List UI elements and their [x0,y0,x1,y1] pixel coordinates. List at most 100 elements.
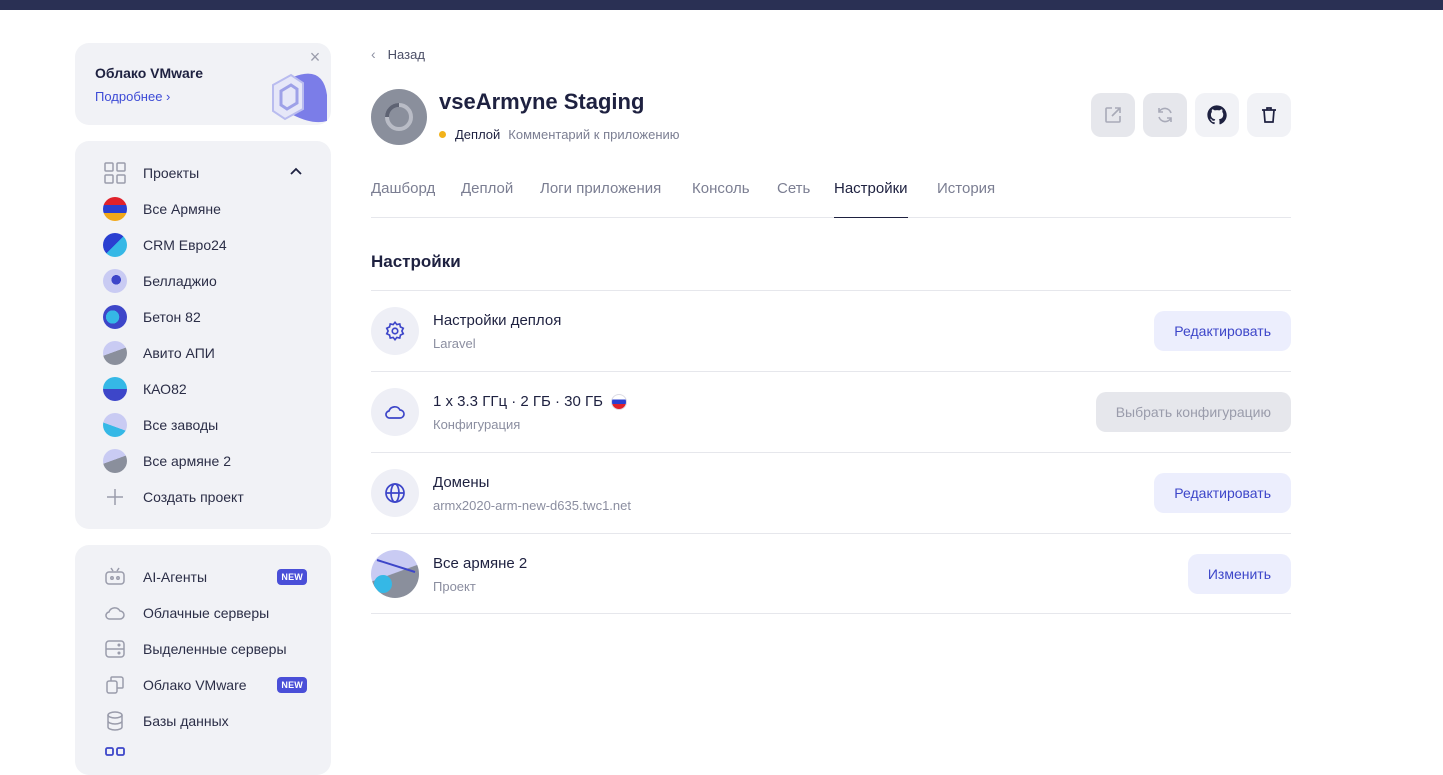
new-badge: NEW [277,569,307,585]
edit-domains-button[interactable]: Редактировать [1154,473,1291,513]
edit-deploy-button[interactable]: Редактировать [1154,311,1291,351]
external-link-icon [1105,107,1121,123]
project-label: Бетон 82 [143,309,201,325]
cloud-icon [103,601,127,625]
change-project-button[interactable]: Изменить [1187,554,1291,594]
trash-icon [1262,107,1276,123]
project-label: КАО82 [143,381,187,397]
delete-button[interactable] [1247,93,1291,137]
back-link[interactable]: ‹ Назад [371,46,425,62]
project-item[interactable]: CRM Евро24 [103,232,307,258]
chevron-up-icon[interactable] [289,165,303,179]
nav-label: AI-Агенты [143,569,208,585]
project-avatar [103,197,127,221]
project-avatar [103,305,127,329]
nav-label: Облачные серверы [143,605,270,621]
project-avatar [103,233,127,257]
project-avatar [103,413,127,437]
vmware-illustration-icon [272,73,327,123]
robot-icon [103,565,127,589]
settings-row-deploy: Настройки деплоя Laravel Редактировать [371,290,1291,371]
project-item[interactable]: Все Армяне [103,196,307,222]
settings-row-project: Все армяне 2 Проект Изменить [371,533,1291,614]
project-label: Все заводы [143,417,219,433]
tab-deploy[interactable]: Деплой [461,180,513,218]
project-label: Авито АПИ [143,345,215,361]
project-label: CRM Евро24 [143,237,227,253]
project-label: Белладжио [143,273,217,289]
tab-logs[interactable]: Логи приложения [540,180,661,218]
settings-row-domains: Домены armx2020-arm-new-d635.twc1.net Ре… [371,452,1291,533]
row-subtitle: Laravel [433,336,476,351]
project-label: Все Армяне [143,201,221,217]
globe-icon [371,469,419,517]
promo-title: Облако VMware [95,65,204,81]
project-item[interactable]: Все армяне 2 [103,448,307,474]
nav-databases[interactable]: Базы данных [103,708,307,734]
project-avatar [103,341,127,365]
chevron-left-icon: ‹ [371,46,376,62]
new-badge: NEW [277,677,307,693]
project-item[interactable]: Белладжио [103,268,307,294]
config-spec: 1 x 3.3 ГГц · 2 ГБ · 30 ГБ [433,393,603,410]
tab-console[interactable]: Консоль [692,180,750,218]
back-label: Назад [387,46,425,62]
row-title: 1 x 3.3 ГГц · 2 ГБ · 30 ГБ [433,393,627,410]
nav-label: Базы данных [143,713,229,729]
project-item[interactable]: Все заводы [103,412,307,438]
github-button[interactable] [1195,93,1239,137]
close-icon[interactable]: × [307,48,323,66]
tab-settings[interactable]: Настройки [834,180,908,218]
apps-icon [103,745,127,769]
create-project-label: Создать проект [143,489,244,505]
vmware-icon [103,673,127,697]
row-title: Настройки деплоя [433,312,562,329]
promo-more-link[interactable]: Подробнее › [95,89,170,104]
app-status-line: Деплой Комментарий к приложению [439,127,680,142]
loading-spinner-icon [385,103,413,131]
nav-label: Выделенные серверы [143,641,287,657]
status-dot [439,131,446,138]
cloud-icon [371,388,419,436]
gear-icon [371,307,419,355]
nav-cloud-servers[interactable]: Облачные серверы [103,600,307,626]
row-title: Домены [433,474,490,491]
tab-history[interactable]: История [937,180,995,218]
tab-network[interactable]: Сеть [777,180,810,218]
status-text: Деплой [455,127,501,142]
nav-label: Облако VMware [143,677,247,693]
vmware-promo-card: Облако VMware Подробнее › × [75,43,331,125]
settings-row-config: 1 x 3.3 ГГц · 2 ГБ · 30 ГБ Конфигурация … [371,371,1291,452]
russia-flag-icon [611,393,627,410]
nav-apps[interactable] [103,744,307,770]
project-avatar [371,550,419,598]
top-bar [0,0,1443,10]
restart-button[interactable] [1143,93,1187,137]
project-avatar [103,269,127,293]
row-subtitle: armx2020-arm-new-d635.twc1.net [433,498,631,513]
nav-vmware-cloud[interactable]: Облако VMware NEW [103,672,307,698]
row-subtitle: Проект [433,579,476,594]
project-item[interactable]: КАО82 [103,376,307,402]
projects-header-label: Проекты [143,165,200,181]
app-title: vseArmyne Staging [439,89,645,114]
github-icon [1207,105,1227,125]
row-title: Все армяне 2 [433,555,528,572]
project-avatar [103,377,127,401]
project-label: Все армяне 2 [143,453,231,469]
nav-ai-agents[interactable]: AI-Агенты NEW [103,564,307,590]
project-item[interactable]: Авито АПИ [103,340,307,366]
project-item[interactable]: Бетон 82 [103,304,307,330]
projects-header[interactable]: Проекты [103,160,307,186]
plus-icon [103,485,127,509]
open-external-button[interactable] [1091,93,1135,137]
tab-bar: Дашборд Деплой Логи приложения Консоль С… [371,178,1291,218]
app-comment[interactable]: Комментарий к приложению [508,127,679,142]
projects-card: Проекты Все Армяне CRM Евро24 Белладжио … [75,141,331,529]
refresh-icon [1158,107,1172,123]
nav-dedicated-servers[interactable]: Выделенные серверы [103,636,307,662]
choose-config-button[interactable]: Выбрать конфигурацию [1095,392,1291,432]
database-icon [103,709,127,733]
tab-dashboard[interactable]: Дашборд [371,180,435,218]
create-project-button[interactable]: Создать проект [103,484,307,510]
